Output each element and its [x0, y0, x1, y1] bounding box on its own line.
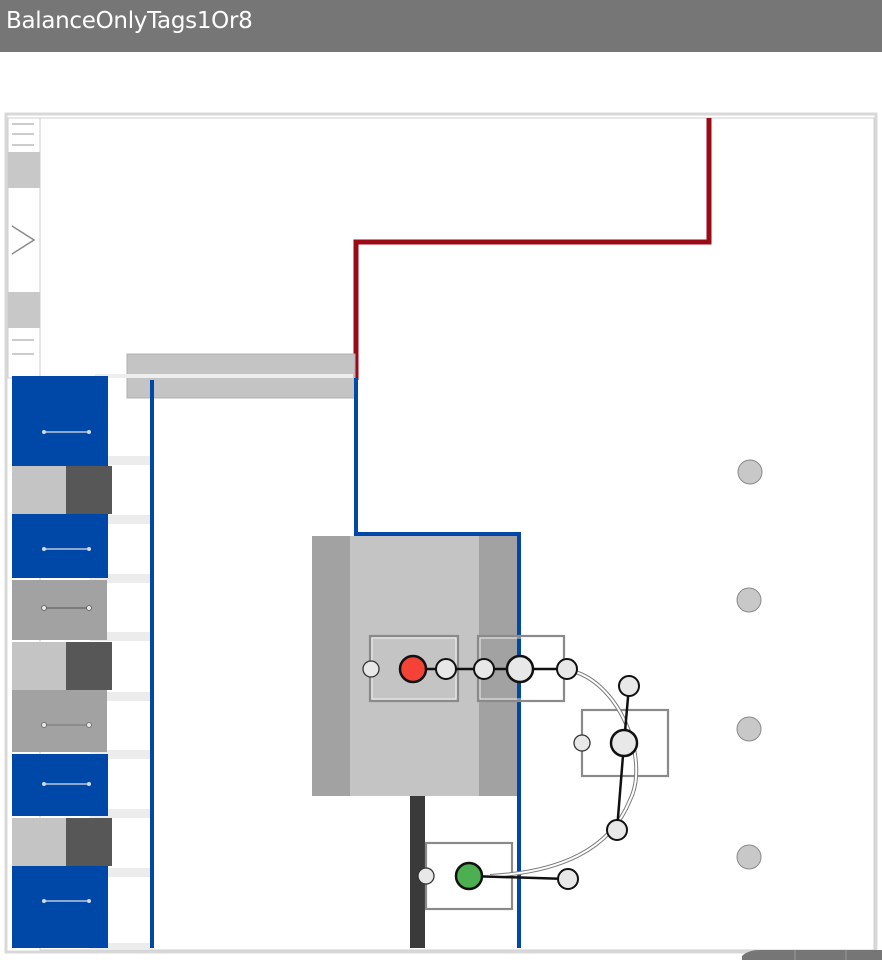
graph-node[interactable] — [556, 658, 578, 680]
graph-node[interactable] — [618, 675, 640, 697]
anchor-marker[interactable] — [737, 459, 763, 485]
corner-control[interactable] — [742, 950, 882, 960]
tag-node-red[interactable] — [398, 654, 428, 684]
split-module-dark[interactable] — [66, 466, 112, 514]
diagram-canvas[interactable] — [0, 0, 882, 960]
graph-node[interactable] — [606, 819, 628, 841]
port-node[interactable] — [573, 734, 591, 752]
handle-dot — [87, 899, 91, 903]
junction-node[interactable] — [609, 728, 639, 758]
blue-module[interactable] — [12, 376, 108, 466]
handle-dot — [87, 547, 91, 551]
tool-block-2[interactable] — [8, 292, 40, 328]
anchor-marker[interactable] — [736, 716, 762, 742]
graph-node[interactable] — [473, 658, 495, 680]
tool-block-1[interactable] — [8, 152, 40, 188]
handle-dot — [86, 722, 92, 728]
handle-dot — [87, 782, 91, 786]
blue-module[interactable] — [12, 754, 108, 816]
anchor-marker[interactable] — [736, 844, 762, 870]
diagram-svg[interactable] — [0, 0, 882, 960]
left-toolstrip[interactable] — [7, 117, 41, 379]
split-module-dark[interactable] — [66, 642, 112, 690]
handle-dot — [86, 605, 92, 611]
connector-rail — [95, 374, 353, 378]
split-module-light[interactable] — [12, 818, 66, 866]
port-node[interactable] — [417, 867, 435, 885]
handle-dot — [42, 547, 46, 551]
handle-dot — [41, 722, 47, 728]
handle-dot — [41, 605, 47, 611]
handle-dot — [42, 430, 46, 434]
handle-dot — [42, 899, 46, 903]
bottom-right-controls[interactable] — [742, 950, 882, 960]
junction-node[interactable] — [505, 654, 535, 684]
tag-node-green[interactable] — [454, 861, 484, 891]
anchor-marker[interactable] — [736, 587, 762, 613]
machine-side-left — [312, 536, 350, 796]
split-module-dark[interactable] — [66, 818, 112, 866]
graph-node[interactable] — [435, 658, 457, 680]
blue-module[interactable] — [12, 514, 108, 578]
handle-dot — [87, 430, 91, 434]
split-module-light[interactable] — [12, 642, 66, 690]
grey-module[interactable] — [12, 580, 107, 640]
graph-node[interactable] — [557, 868, 579, 890]
handle-dot — [42, 782, 46, 786]
split-module-light[interactable] — [12, 466, 66, 514]
port-node[interactable] — [362, 660, 380, 678]
blue-module[interactable] — [12, 866, 108, 948]
grey-module[interactable] — [12, 690, 107, 752]
